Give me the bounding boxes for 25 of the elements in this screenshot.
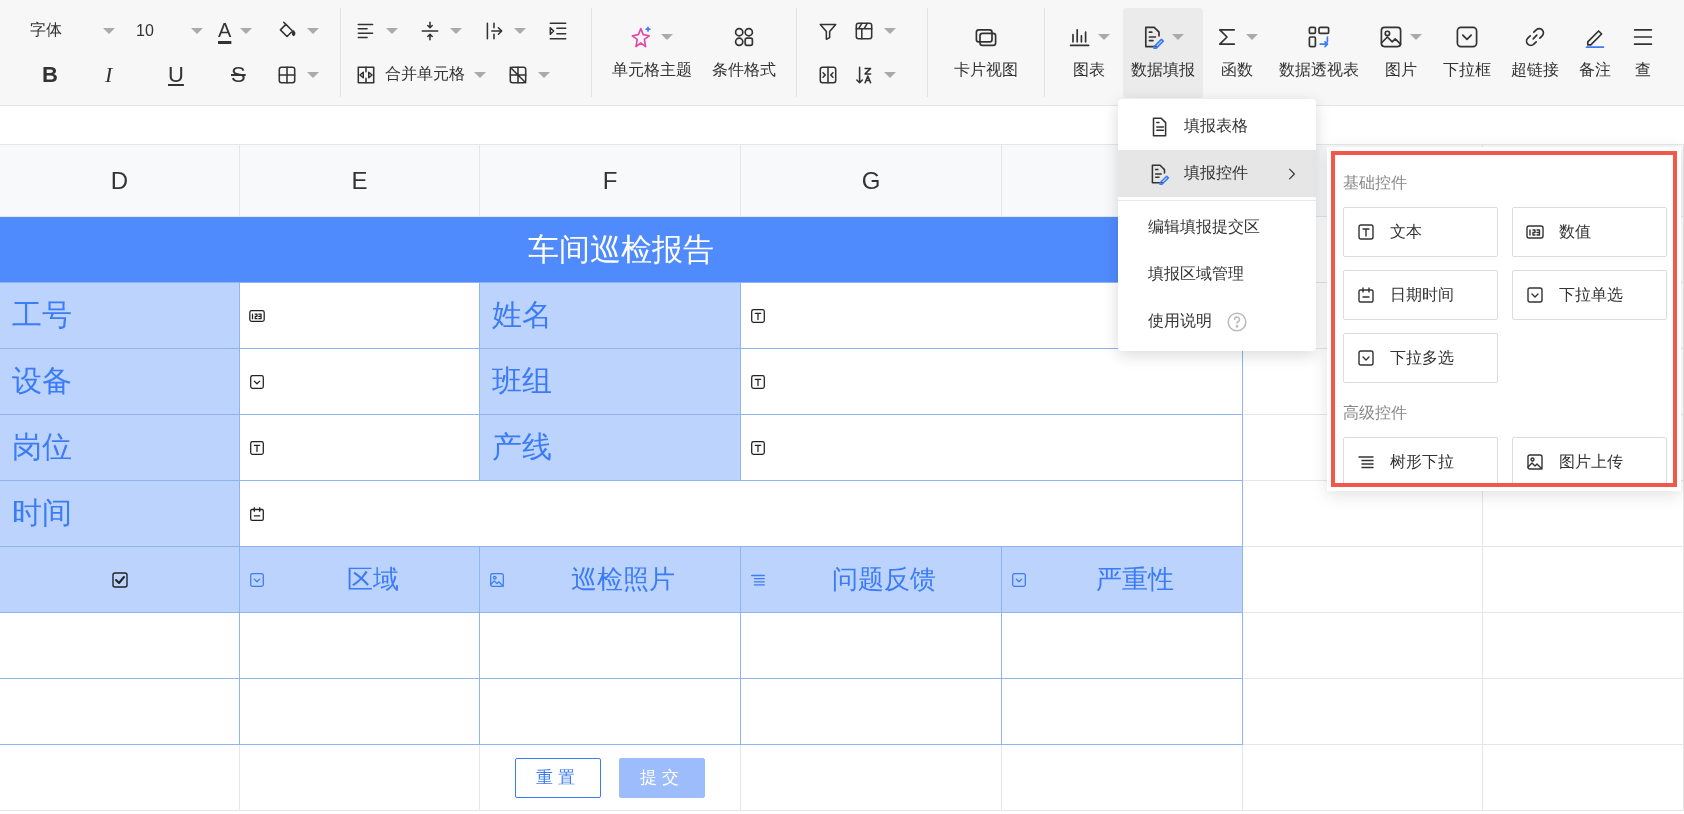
column-label: 问题反馈 <box>831 563 937 596</box>
option-label: 树形下拉 <box>1390 451 1454 472</box>
table-cell: 工号 <box>0 283 240 349</box>
menu-item-label: 填报控件 <box>1184 163 1249 183</box>
section-title: 基础控件 <box>1343 172 1408 193</box>
menu-item-label: 使用说明 <box>1148 311 1212 331</box>
option-label: 日期时间 <box>1390 284 1454 305</box>
section-title: 高级控件 <box>1343 402 1408 423</box>
option-label: 数值 <box>1559 221 1591 242</box>
option-label: 文本 <box>1390 221 1422 242</box>
table-cell: 班组 <box>480 349 741 415</box>
table-cell: 岗位 <box>0 415 240 481</box>
table-cell: 产线 <box>480 415 741 481</box>
menu-item-label: 填报表格 <box>1184 116 1249 136</box>
column-label: 巡检照片 <box>570 563 676 596</box>
table-cell: 设备 <box>0 349 240 415</box>
option-label: 图片上传 <box>1559 451 1623 472</box>
column-label: 区域 <box>345 563 400 596</box>
option-label: 下拉单选 <box>1559 284 1623 305</box>
column-label: 严重性 <box>1095 563 1175 596</box>
menu-item-label: 编辑填报提交区 <box>1148 217 1261 237</box>
option-label: 下拉多选 <box>1390 347 1454 368</box>
menu-item-label: 填报区域管理 <box>1148 264 1245 284</box>
table-cell: 姓名 <box>480 283 741 349</box>
table-cell: 时间 <box>0 481 240 547</box>
